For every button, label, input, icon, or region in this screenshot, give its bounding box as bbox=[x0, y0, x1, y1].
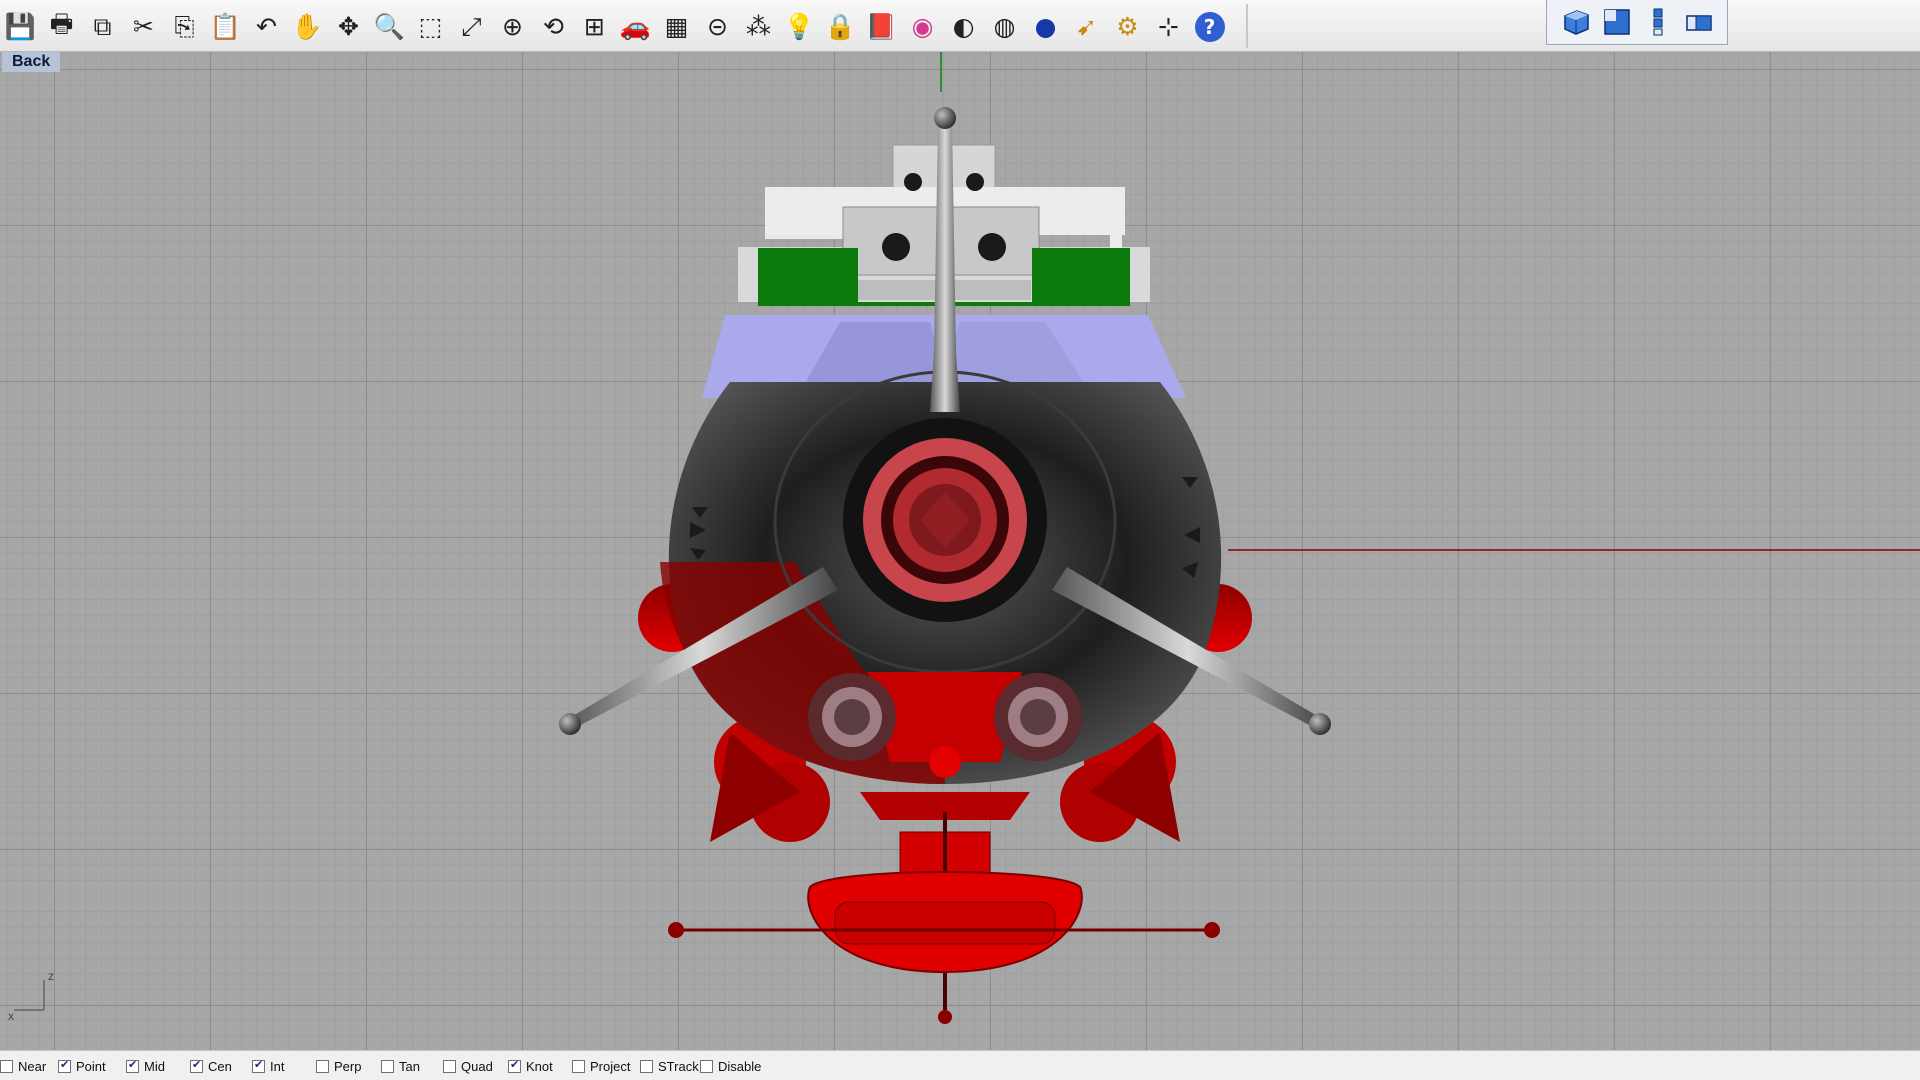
zoom-extents-icon[interactable]: ⤢ bbox=[451, 6, 492, 47]
snap-checkbox[interactable] bbox=[0, 1059, 13, 1073]
print-icon[interactable]: 🖶 bbox=[41, 6, 82, 47]
snap-label: Disable bbox=[718, 1058, 762, 1074]
zoom-icon[interactable]: 🔍 bbox=[369, 6, 410, 47]
snap-label: Mid bbox=[144, 1058, 165, 1074]
snap-label: Perp bbox=[334, 1058, 362, 1074]
paste-icon[interactable]: 📋 bbox=[205, 6, 246, 47]
snap-int[interactable]: Int bbox=[252, 1057, 284, 1075]
snap-mid[interactable]: Mid bbox=[126, 1057, 165, 1075]
snap-checkbox[interactable] bbox=[252, 1058, 265, 1073]
front-view-icon[interactable] bbox=[1642, 6, 1674, 38]
snap-checkbox[interactable] bbox=[508, 1058, 521, 1073]
save-icon[interactable]: 💾 bbox=[0, 6, 41, 47]
rotate-view-icon[interactable]: ✥ bbox=[328, 6, 369, 47]
dimension-icon[interactable]: ⊹ bbox=[1148, 6, 1189, 47]
zoom-selected-icon[interactable]: ⊕ bbox=[492, 6, 533, 47]
help-icon[interactable]: ? bbox=[1189, 6, 1230, 47]
snap-checkbox[interactable] bbox=[58, 1058, 71, 1073]
viewport-title[interactable]: Back bbox=[2, 52, 61, 72]
export-icon[interactable]: ⧉ bbox=[82, 6, 123, 47]
grid-plane-icon[interactable]: ▦ bbox=[656, 6, 697, 47]
top-view-icon[interactable] bbox=[1601, 6, 1633, 38]
snap-label: Tan bbox=[399, 1058, 420, 1074]
snap-project[interactable]: Project bbox=[572, 1057, 630, 1075]
snap-disable[interactable]: Disable bbox=[700, 1057, 761, 1075]
osnap-icon[interactable]: ⊝ bbox=[697, 6, 738, 47]
undo-view-icon[interactable]: ⟲ bbox=[533, 6, 574, 47]
snap-checkbox[interactable] bbox=[316, 1059, 329, 1073]
layer-book-icon[interactable]: 📕 bbox=[861, 6, 902, 47]
gear-icon[interactable]: ⚙ bbox=[1107, 6, 1148, 47]
lock-icon[interactable]: 🔒 bbox=[820, 6, 861, 47]
undo-icon[interactable]: ↶ bbox=[246, 6, 287, 47]
standard-toolbar: 💾 🖶 ⧉ ✂ ⎘ 📋 ↶ ✋ ✥ 🔍 ⬚ ⤢ ⊕ ⟲ ⊞ 🚗 ▦ ⊝ ⁂ 💡 🔒 📕 ◉ ◐ ◍ ● ➹ ⚙ ⊹? bbox=[0, 0, 1920, 52]
snap-checkbox[interactable] bbox=[381, 1059, 394, 1073]
snap-label: Cen bbox=[208, 1058, 232, 1074]
four-viewports-icon[interactable]: ⊞ bbox=[574, 6, 615, 47]
rhino-window: 💾 🖶 ⧉ ✂ ⎘ 📋 ↶ ✋ ✥ 🔍 ⬚ ⤢ ⊕ ⟲ ⊞ 🚗 ▦ ⊝ ⁂ 💡 🔒 📕 ◉ ◐ ◍ ● ➹ ⚙ ⊹? bbox=[0, 0, 1920, 1080]
render-sphere-icon[interactable]: ● bbox=[1025, 6, 1066, 47]
snap-perp[interactable]: Perp bbox=[316, 1057, 361, 1075]
back-viewport[interactable]: Back z x bbox=[0, 52, 1920, 1050]
cut-icon[interactable]: ✂ bbox=[123, 6, 164, 47]
snap-tan[interactable]: Tan bbox=[381, 1057, 420, 1075]
snap-label: Project bbox=[590, 1058, 631, 1074]
snap-quad[interactable]: Quad bbox=[443, 1057, 493, 1075]
snap-point[interactable]: Point bbox=[58, 1057, 106, 1075]
shaded-sphere-icon[interactable]: ◐ bbox=[943, 6, 984, 47]
snap-label: Int bbox=[270, 1058, 285, 1074]
snap-checkbox[interactable] bbox=[572, 1059, 585, 1073]
axis-triad-icon: z x bbox=[8, 969, 54, 1023]
zoom-window-icon[interactable]: ⬚ bbox=[410, 6, 451, 47]
pan-hand-icon[interactable]: ✋ bbox=[287, 6, 328, 47]
tool-strip: 💾 🖶 ⧉ ✂ ⎘ 📋 ↶ ✋ ✥ 🔍 ⬚ ⤢ ⊕ ⟲ ⊞ 🚗 ▦ ⊝ ⁂ 💡 🔒 📕 ◉ ◐ ◍ ● ➹ ⚙ ⊹? bbox=[0, 6, 1230, 48]
snap-checkbox[interactable] bbox=[126, 1058, 139, 1073]
snap-label: Near bbox=[18, 1058, 47, 1074]
spaceship-model[interactable] bbox=[0, 52, 1920, 1050]
snap-near[interactable]: Near bbox=[0, 1057, 46, 1075]
snap-checkbox[interactable] bbox=[190, 1058, 203, 1073]
snap-knot[interactable]: Knot bbox=[508, 1057, 553, 1075]
car-icon[interactable]: 🚗 bbox=[615, 6, 656, 47]
snap-label: Knot bbox=[526, 1058, 553, 1074]
select-arrow-icon[interactable]: ➹ bbox=[1066, 6, 1107, 47]
copy-icon[interactable]: ⎘ bbox=[164, 6, 205, 47]
snap-strack[interactable]: STrack bbox=[640, 1057, 699, 1075]
snap-label: STrack bbox=[658, 1058, 699, 1074]
snap-cen[interactable]: Cen bbox=[190, 1057, 232, 1075]
main-thruster[interactable] bbox=[843, 418, 1047, 622]
points-icon[interactable]: ⁂ bbox=[738, 6, 779, 47]
snap-checkbox[interactable] bbox=[700, 1059, 713, 1073]
axis-x-label: x bbox=[8, 1009, 14, 1023]
osnap-bar: Near Point Mid Cen Int Perp Tan Quad Knot Project… bbox=[0, 1050, 1920, 1080]
color-wheel-icon[interactable]: ◉ bbox=[902, 6, 943, 47]
snap-checkbox[interactable] bbox=[640, 1059, 653, 1073]
wireframe-sphere-icon[interactable]: ◍ bbox=[984, 6, 1025, 47]
perspective-view-icon[interactable] bbox=[1560, 6, 1592, 38]
snap-label: Point bbox=[76, 1058, 106, 1074]
right-view-icon[interactable] bbox=[1683, 6, 1715, 38]
toolbar-separator bbox=[1246, 4, 1248, 48]
snap-checkbox[interactable] bbox=[443, 1059, 456, 1073]
snap-label: Quad bbox=[461, 1058, 493, 1074]
view-toolbar bbox=[1546, 0, 1728, 45]
axis-z-label: z bbox=[48, 969, 54, 983]
help-glyph: ? bbox=[1194, 11, 1225, 42]
light-icon[interactable]: 💡 bbox=[779, 6, 820, 47]
